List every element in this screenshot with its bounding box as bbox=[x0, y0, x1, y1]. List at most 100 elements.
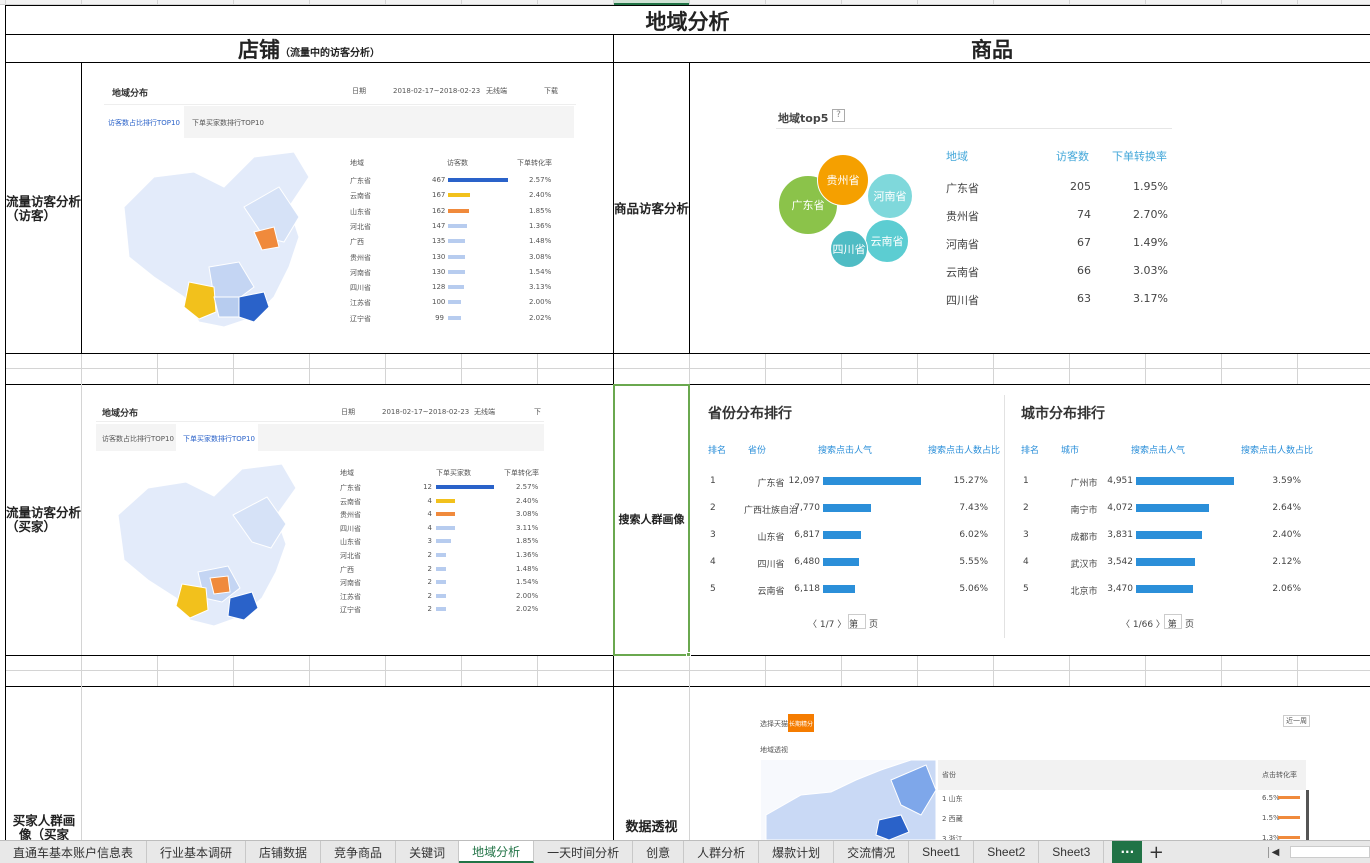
shop-buyer-map-panel: 地域分布 日期 2018-02-17~2018-02-23 无线端 下 访客数占… bbox=[96, 398, 544, 634]
date-label[interactable]: 日期 bbox=[341, 407, 355, 417]
sheet-tab[interactable]: 店铺数据 bbox=[246, 841, 322, 863]
help-icon[interactable]: ? bbox=[832, 109, 845, 122]
value-bar bbox=[448, 178, 508, 182]
value-bar bbox=[436, 566, 446, 571]
rank-number: 5 bbox=[710, 584, 716, 594]
city-page-input[interactable] bbox=[1164, 614, 1182, 629]
sheet-tab[interactable]: 一天时间分析 bbox=[534, 841, 634, 863]
value-bar bbox=[436, 539, 451, 544]
region-name: 河北省 bbox=[340, 552, 361, 560]
region-name: 辽宁省 bbox=[340, 606, 361, 615]
conversion-rate: 1.85% bbox=[529, 206, 552, 215]
rank-number: 2 bbox=[1023, 503, 1029, 513]
sheet-tab[interactable]: 人群分析 bbox=[684, 841, 760, 863]
region-value: 128 bbox=[432, 283, 446, 292]
device-select[interactable]: 无线端 bbox=[486, 86, 507, 96]
region-value: 130 bbox=[432, 267, 446, 276]
rank-number: 3 bbox=[1023, 530, 1029, 540]
sheet-tab[interactable]: 竞争商品 bbox=[321, 841, 397, 863]
product-header: 商品 bbox=[971, 37, 1013, 62]
shop-visitor-map-panel: 地域分布 日期 2018-02-17~2018-02-23 无线端 下载 访客数… bbox=[104, 75, 576, 333]
selected-cell[interactable] bbox=[613, 384, 690, 656]
fill-handle[interactable] bbox=[686, 652, 691, 657]
sheet-tab[interactable]: 行业基本调研 bbox=[147, 841, 247, 863]
shop-header-label: 店铺 bbox=[238, 37, 280, 62]
region-name: 河南省 bbox=[350, 268, 371, 277]
rank-percent: 6.02% bbox=[959, 530, 988, 540]
value-bar bbox=[448, 300, 461, 305]
tab-scroll-left-icon[interactable]: ◀ bbox=[1268, 846, 1282, 858]
province-page-input[interactable] bbox=[848, 614, 866, 629]
region-value: 2 bbox=[427, 564, 432, 573]
top5-visitors: 63 bbox=[1077, 292, 1091, 305]
border-line bbox=[5, 686, 1370, 687]
value-bar bbox=[448, 285, 464, 290]
rank-number: 2 bbox=[710, 503, 716, 513]
value-bar bbox=[436, 485, 494, 489]
date-label[interactable]: 日期 bbox=[352, 86, 366, 96]
conversion-rate: 1.85% bbox=[516, 537, 539, 546]
rank-col-header: 搜索点击人气 bbox=[818, 446, 873, 456]
border-line bbox=[689, 62, 690, 353]
tab-buyer-top10[interactable]: 下单买家数排行TOP10 bbox=[183, 434, 255, 444]
pivot-button-long-term[interactable]: 长期精分 bbox=[788, 714, 814, 732]
rank-bar bbox=[1136, 558, 1195, 566]
rank-number: 5 bbox=[1023, 584, 1029, 594]
conversion-rate: 2.57% bbox=[529, 176, 552, 184]
region-value: 12 bbox=[423, 483, 432, 491]
bubble-3: 河南省 bbox=[867, 173, 913, 219]
rank-col-header: 省份 bbox=[748, 446, 767, 456]
rank-bar bbox=[823, 558, 859, 566]
rank-percent: 2.12% bbox=[1272, 557, 1301, 567]
top5-region: 贵州省 bbox=[946, 210, 979, 223]
region-value: 4 bbox=[427, 523, 432, 532]
rank-number: 3 bbox=[710, 530, 716, 540]
download-link[interactable]: 下载 bbox=[544, 86, 558, 96]
tab-visitor-top10[interactable]: 访客数占比排行TOP10 bbox=[108, 118, 180, 128]
region-value: 2 bbox=[427, 551, 432, 559]
sheet-tab[interactable]: 爆款计划 bbox=[759, 841, 835, 863]
pivot-period-select[interactable]: 近一周 bbox=[1283, 715, 1310, 727]
sheet-tab[interactable]: 直通车基本账户信息表 bbox=[0, 841, 148, 863]
conversion-rate: 1.54% bbox=[529, 267, 552, 276]
top5-conversion: 2.70% bbox=[1133, 208, 1168, 221]
date-range[interactable]: 2018-02-17~2018-02-23 bbox=[382, 408, 469, 416]
shop-header: 店铺 （流量中的访客分析） bbox=[5, 35, 613, 63]
add-sheet-button[interactable]: + bbox=[1142, 841, 1170, 863]
conversion-rate: 1.48% bbox=[516, 564, 539, 573]
conversion-rate: 3.11% bbox=[516, 523, 539, 532]
city-rank-title: 城市分布排行 bbox=[1021, 406, 1105, 422]
tab-buyer-top10[interactable]: 下单买家数排行TOP10 bbox=[192, 118, 264, 128]
sheet-tab[interactable]: Sheet3 bbox=[1039, 841, 1105, 863]
pivot-button-tmall[interactable]: 选择天猫 bbox=[760, 719, 788, 729]
device-select[interactable]: 无线端 bbox=[474, 407, 495, 417]
sheet-tab[interactable]: Sheet2 bbox=[974, 841, 1040, 863]
region-value: 99 bbox=[435, 313, 444, 322]
sheet-tab[interactable]: 地域分析 bbox=[459, 841, 535, 863]
tab-visitor-top10[interactable]: 访客数占比排行TOP10 bbox=[102, 434, 174, 444]
value-bar bbox=[436, 553, 446, 557]
rank-value: 6,118 bbox=[794, 584, 820, 594]
date-range[interactable]: 2018-02-17~2018-02-23 bbox=[393, 87, 480, 95]
conversion-rate: 1.54% bbox=[516, 578, 539, 587]
value-bar bbox=[448, 315, 461, 320]
top5-visitors: 66 bbox=[1077, 264, 1091, 277]
sheet-tab[interactable]: 关键词 bbox=[396, 841, 460, 863]
value-bar bbox=[436, 498, 455, 503]
spreadsheet-grid[interactable]: 地域分析 店铺 （流量中的访客分析） 商品 流量访客分析（访客） 流量访客分析（… bbox=[0, 0, 1370, 863]
horizontal-scrollbar[interactable] bbox=[1290, 846, 1370, 858]
region-name: 山东省 bbox=[340, 538, 361, 547]
rank-percent: 15.27% bbox=[953, 476, 988, 486]
download-link[interactable]: 下 bbox=[534, 407, 541, 417]
rank-percent: 5.06% bbox=[959, 584, 988, 594]
sheet-tab[interactable]: 创意 bbox=[633, 841, 685, 863]
sheet-tab[interactable]: 交流情况 bbox=[834, 841, 910, 863]
conversion-rate: 1.36% bbox=[529, 221, 552, 230]
top5-visitors: 67 bbox=[1077, 236, 1091, 249]
rank-value: 6,817 bbox=[794, 530, 820, 540]
pivot-scrollbar[interactable] bbox=[1306, 790, 1309, 840]
more-sheets-button[interactable]: ··· bbox=[1112, 841, 1143, 863]
col-visitors: 访客数 bbox=[1056, 150, 1089, 163]
sheet-tab[interactable]: Sheet1 bbox=[909, 841, 975, 863]
col-conversion: 下单转换率 bbox=[1112, 150, 1167, 163]
